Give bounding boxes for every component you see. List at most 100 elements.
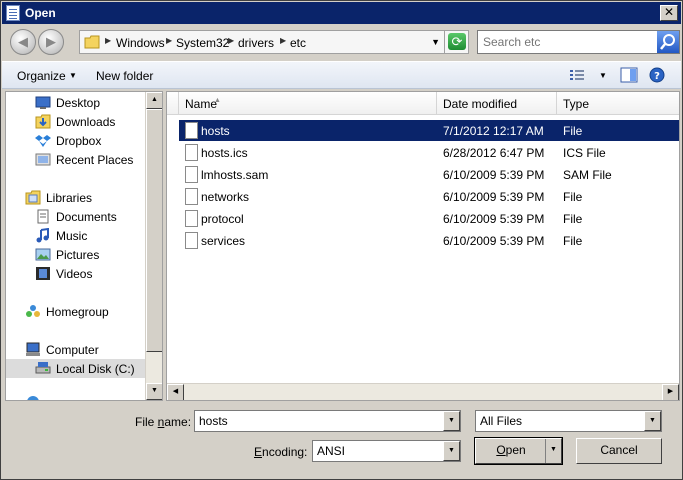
local-disk-icon xyxy=(35,362,51,374)
nav-item-videos[interactable]: Videos xyxy=(6,264,146,283)
help-icon[interactable]: ? xyxy=(648,67,666,83)
nav-item-computer[interactable]: Computer xyxy=(6,340,146,359)
libraries-icon xyxy=(25,190,41,205)
view-options-icon[interactable] xyxy=(568,67,586,83)
scroll-thumb[interactable] xyxy=(146,109,162,352)
nav-item-network[interactable] xyxy=(6,392,146,400)
new-folder-button[interactable]: New folder xyxy=(96,69,153,83)
search-box[interactable] xyxy=(477,30,680,54)
command-toolbar: Organize ▼ New folder ▼ ? xyxy=(2,61,681,89)
pictures-icon xyxy=(35,248,51,261)
breadcrumb-etc[interactable]: etc xyxy=(290,36,306,50)
file-row[interactable]: protocol 6/10/2009 5:39 PM File xyxy=(179,208,679,229)
nav-item-dropbox[interactable]: Dropbox xyxy=(6,131,146,150)
navigation-bar: ◀ ▶ ▶ Windows ▶ System32 ▶ drivers ▶ etc… xyxy=(2,25,681,59)
nav-item-label: Documents xyxy=(56,210,117,224)
sort-ascending-icon: ▲ xyxy=(214,97,221,104)
nav-item-desktop[interactable]: Desktop xyxy=(6,93,146,112)
scroll-down-button[interactable]: ▼ xyxy=(146,383,162,400)
window-title: Open xyxy=(25,6,56,20)
column-header-name[interactable]: Name ▲ xyxy=(179,92,437,115)
chevron-right-icon[interactable]: ▶ xyxy=(105,36,111,45)
open-button[interactable]: Open ▼ xyxy=(474,437,563,465)
chevron-right-icon[interactable]: ▶ xyxy=(228,36,234,45)
forward-arrow-icon: ▶ xyxy=(46,34,56,49)
address-bar[interactable]: ▶ Windows ▶ System32 ▶ drivers ▶ etc ▼ ⟳ xyxy=(79,30,469,54)
file-name-input[interactable] xyxy=(195,411,441,431)
file-type-dropdown-button[interactable]: ▼ xyxy=(644,411,661,431)
nav-item-libraries[interactable]: Libraries xyxy=(6,188,146,207)
scroll-up-button[interactable]: ▲ xyxy=(146,92,162,109)
file-name: lmhosts.sam xyxy=(201,168,269,182)
nav-item-homegroup[interactable]: Homegroup xyxy=(6,302,146,321)
close-button[interactable]: ✕ xyxy=(660,5,678,21)
nav-item-label: Libraries xyxy=(46,191,93,205)
downloads-icon xyxy=(35,114,51,129)
file-name-combobox[interactable]: ▼ xyxy=(194,410,461,432)
chevron-right-icon[interactable]: ▶ xyxy=(280,36,286,45)
column-header-date-modified[interactable]: Date modified xyxy=(437,92,557,115)
encoding-select[interactable]: ANSI ▼ xyxy=(312,440,461,462)
view-dropdown-icon[interactable]: ▼ xyxy=(599,71,607,80)
file-date: 6/28/2012 6:47 PM xyxy=(443,146,545,160)
recent-places-icon xyxy=(35,153,51,166)
column-header-type[interactable]: Type xyxy=(557,92,679,115)
nav-item-label: Desktop xyxy=(56,96,101,110)
breadcrumb-system32[interactable]: System32 xyxy=(176,36,229,50)
file-type: File xyxy=(563,190,583,204)
preview-pane-icon[interactable] xyxy=(620,67,638,83)
search-button[interactable] xyxy=(657,31,679,53)
encoding-dropdown-button[interactable]: ▼ xyxy=(443,441,460,461)
file-name-label: File name: xyxy=(135,415,192,429)
file-name-dropdown-button[interactable]: ▼ xyxy=(443,411,460,431)
videos-icon xyxy=(36,267,50,280)
file-name: networks xyxy=(201,190,250,204)
nav-item-label: Computer xyxy=(46,343,99,357)
address-dropdown-icon[interactable]: ▼ xyxy=(431,37,440,47)
nav-vertical-scrollbar[interactable]: ▲ ▼ xyxy=(145,92,162,400)
file-row[interactable]: lmhosts.sam 6/10/2009 5:39 PM SAM File xyxy=(179,164,679,185)
nav-item-recent-places[interactable]: Recent Places xyxy=(6,150,146,169)
organize-button[interactable]: Organize xyxy=(17,69,66,83)
scroll-right-button[interactable]: ▶ xyxy=(662,384,679,400)
nav-item-music[interactable]: Music xyxy=(6,226,146,245)
back-button[interactable]: ◀ xyxy=(10,29,36,55)
file-list-horizontal-scrollbar[interactable]: ◀ ▶ xyxy=(167,383,679,400)
file-date: 6/10/2009 5:39 PM xyxy=(443,190,545,204)
file-name: hosts xyxy=(201,124,230,138)
documents-icon xyxy=(37,209,49,224)
chevron-right-icon[interactable]: ▶ xyxy=(166,36,172,45)
file-date: 7/1/2012 12:17 AM xyxy=(443,124,544,138)
nav-item-downloads[interactable]: Downloads xyxy=(6,112,146,131)
search-input[interactable] xyxy=(478,31,656,53)
refresh-button[interactable]: ⟳ xyxy=(444,31,468,53)
file-row[interactable]: services 6/10/2009 5:39 PM File xyxy=(179,230,679,251)
column-header-label: Name xyxy=(185,97,218,111)
scroll-left-button[interactable]: ◀ xyxy=(167,384,184,400)
computer-icon xyxy=(26,342,40,356)
file-icon xyxy=(185,188,198,205)
organize-dropdown-icon[interactable]: ▼ xyxy=(69,71,77,80)
file-type: File xyxy=(563,124,583,138)
navigation-pane: Desktop Downloads Dropbox Recent Places … xyxy=(5,91,163,401)
file-row[interactable]: hosts 7/1/2012 12:17 AM File xyxy=(179,120,679,141)
column-header-label: Date modified xyxy=(443,97,518,111)
dropbox-icon xyxy=(35,135,51,147)
file-icon xyxy=(185,144,198,161)
file-name: services xyxy=(201,234,246,248)
cancel-button[interactable]: Cancel xyxy=(576,438,662,464)
nav-item-pictures[interactable]: Pictures xyxy=(6,245,146,264)
forward-button[interactable]: ▶ xyxy=(38,29,64,55)
nav-item-documents[interactable]: Documents xyxy=(6,207,146,226)
open-options-dropdown-icon[interactable]: ▼ xyxy=(545,439,561,463)
file-type-select[interactable]: All Files ▼ xyxy=(475,410,662,432)
nav-item-local-disk[interactable]: Local Disk (C:) xyxy=(6,359,146,378)
file-date: 6/10/2009 5:39 PM xyxy=(443,212,545,226)
file-type: SAM File xyxy=(563,168,612,182)
breadcrumb-drivers[interactable]: drivers xyxy=(238,36,274,50)
file-row[interactable]: hosts.ics 6/28/2012 6:47 PM ICS File xyxy=(179,142,679,163)
file-row[interactable]: networks 6/10/2009 5:39 PM File xyxy=(179,186,679,207)
file-icon xyxy=(185,166,198,183)
breadcrumb-windows[interactable]: Windows xyxy=(116,36,165,50)
cancel-button-label: Cancel xyxy=(600,443,638,457)
